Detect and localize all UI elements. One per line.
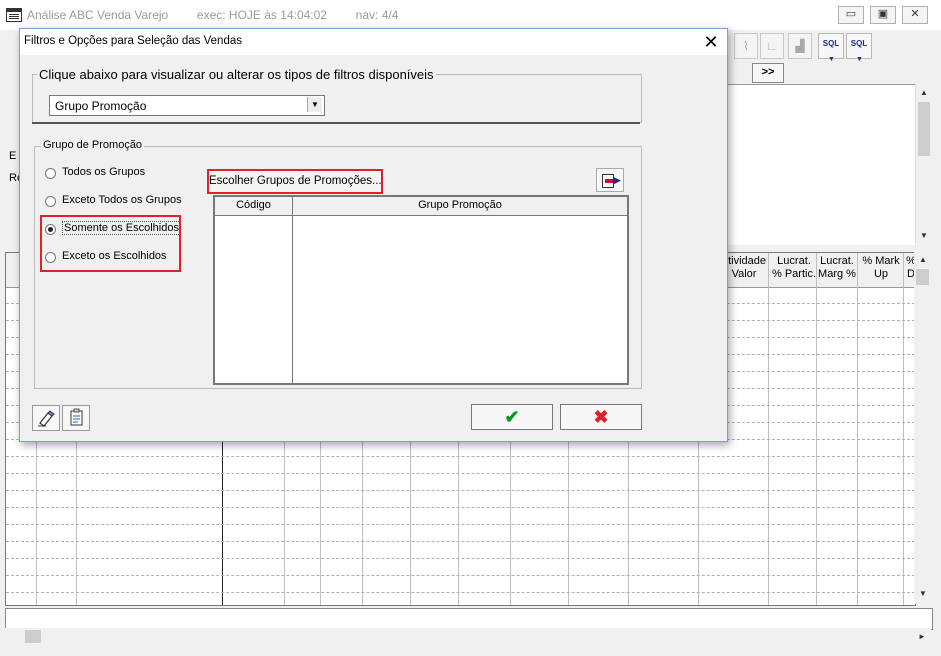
chevron-down-icon[interactable]: ▼ [307, 97, 322, 112]
radio-circle[interactable] [45, 196, 56, 207]
grid-row-line [6, 575, 915, 576]
grid-row-line [6, 541, 915, 542]
clipboard-icon[interactable] [62, 405, 90, 431]
scroll-right-icon[interactable]: ► [915, 630, 929, 644]
ok-button[interactable]: ✔ [471, 404, 553, 430]
sql-button-1[interactable]: SQL ▼ [818, 33, 844, 63]
scroll-thumb[interactable] [25, 630, 41, 643]
choose-promo-groups-button[interactable]: Escolher Grupos de Promoções... [207, 169, 383, 194]
sql-label: SQL [850, 39, 868, 48]
filter-select-value: Grupo Promoção [55, 99, 147, 113]
grid-header-lucrat-partic: Lucrat. % Partic. [771, 255, 816, 280]
exec-time: exec: HOJE às 14:04:02 [196, 8, 327, 22]
upper-text-pane [725, 84, 915, 245]
grid-row-line [6, 473, 915, 474]
hidden-label-b: E [9, 150, 17, 162]
column-header-grupo-promocao[interactable]: Grupo Promoção [293, 199, 627, 211]
grid-row-line [6, 592, 915, 593]
grid-row-line [6, 524, 915, 525]
export-icon[interactable]: ▶ [596, 168, 624, 192]
grid-header-markup: % Mark Up [862, 255, 900, 280]
promo-table-header: Código Grupo Promoção [215, 197, 627, 216]
grid-col-line [903, 253, 904, 605]
chart-line-icon[interactable]: ⌇ [734, 33, 758, 59]
window-title: Análise ABC Venda Varejo exec: HOJE às 1… [27, 8, 398, 22]
column-separator [292, 197, 293, 383]
grid-col-line [816, 253, 817, 605]
filter-separator [32, 122, 640, 124]
column-header-codigo[interactable]: Código [215, 199, 292, 211]
scroll-thumb[interactable] [918, 102, 930, 156]
radio-label: Exceto Todos os Grupos [62, 194, 182, 206]
x-icon: ✖ [593, 407, 609, 427]
scroll-up-icon[interactable]: ▲ [916, 253, 930, 267]
sql-button-2[interactable]: SQL ▼ [846, 33, 872, 63]
grid-horizontal-scrollbar[interactable]: ► [5, 628, 931, 645]
window-title-text: Análise ABC Venda Varejo [27, 8, 169, 22]
close-window-button[interactable]: ✕ [902, 6, 928, 24]
sql-label: SQL [822, 39, 840, 48]
upper-scrollbar[interactable]: ▲ ▼ [915, 84, 932, 244]
grid-col-line [768, 253, 769, 605]
check-icon: ✔ [504, 407, 520, 427]
next-page-button[interactable]: >> [752, 63, 784, 83]
grid-header-lucrat-marg: Lucrat. Marg % [818, 255, 856, 280]
filter-type-select[interactable]: Grupo Promoção ▼ [49, 95, 325, 116]
grid-row-line [6, 558, 915, 559]
highlight-box-radios [40, 215, 181, 272]
cancel-button[interactable]: ✖ [560, 404, 642, 430]
filter-type-legend: Clique abaixo para visualizar ou alterar… [37, 67, 436, 82]
grid-col-line [857, 253, 858, 605]
filter-dialog: Filtros e Opções para Seleção das Vendas… [19, 28, 728, 442]
eraser-icon[interactable] [32, 405, 60, 431]
down-arrow-icon: ▼ [856, 56, 863, 63]
grid-vertical-scrollbar[interactable]: ▲ ▼ [914, 252, 931, 604]
nav-indicator: nav: 4/4 [355, 8, 399, 22]
grid-row-line [6, 456, 915, 457]
dialog-title-bar: Filtros e Opções para Seleção das Vendas… [20, 29, 727, 55]
restore-button[interactable]: ▣ [870, 6, 896, 24]
radio-circle[interactable] [45, 168, 56, 179]
promo-groups-table[interactable]: Código Grupo Promoção [213, 195, 629, 385]
scroll-down-icon[interactable]: ▼ [916, 587, 930, 601]
app-icon [6, 8, 22, 22]
dialog-close-icon[interactable]: ✕ [700, 32, 722, 52]
down-arrow-icon: ▼ [828, 56, 835, 63]
scroll-down-icon[interactable]: ▼ [917, 229, 931, 243]
grid-row-line [6, 507, 915, 508]
minimize-button[interactable]: ▭ [838, 6, 864, 24]
dialog-title: Filtros e Opções para Seleção das Vendas [24, 35, 242, 47]
radio-label: Todos os Grupos [62, 166, 146, 178]
main-title-bar: Análise ABC Venda Varejo exec: HOJE às 1… [0, 0, 941, 31]
scroll-up-icon[interactable]: ▲ [917, 86, 931, 100]
grid-row-line [6, 490, 915, 491]
chart-axis-icon[interactable]: ∟ [760, 33, 784, 59]
chart-bars-icon[interactable]: ▟ [788, 33, 812, 59]
grid-totals-row [5, 608, 933, 630]
promo-group-legend: Grupo de Promoção [41, 139, 145, 151]
scroll-thumb[interactable] [916, 269, 929, 285]
